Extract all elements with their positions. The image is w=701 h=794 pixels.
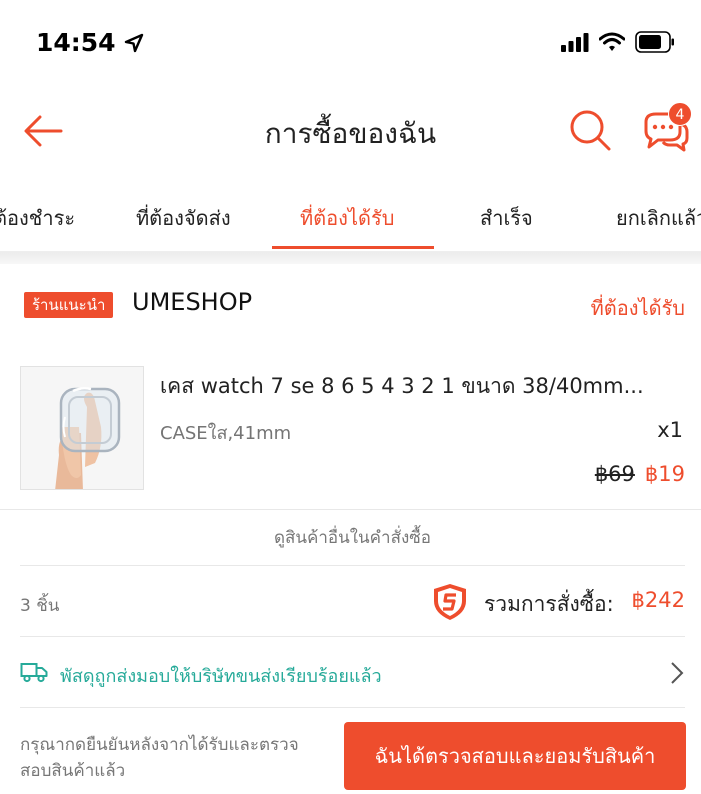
shipping-status-text: พัสดุถูกส่งมอบให้บริษัทขนส่งเรียบร้อยแล้… <box>60 666 382 687</box>
status-time: 14:54 <box>36 28 144 57</box>
product-quantity: x1 <box>657 418 683 442</box>
product-image[interactable] <box>20 366 144 490</box>
sale-price: ฿19 <box>644 462 685 486</box>
view-more-items-link[interactable]: ดูสินค้าอื่นในคำสั่งซื้อ <box>20 510 685 566</box>
tab-completed[interactable]: สำเร็จ <box>480 202 533 234</box>
order-total-row: 3 ชิ้น รวมการสั่งซื้อ: ฿242 <box>0 566 701 636</box>
search-button[interactable] <box>568 108 612 152</box>
product-item[interactable]: เคส watch 7 se 8 6 5 4 3 2 1 ขนาด 38/40m… <box>0 348 701 510</box>
wifi-icon <box>599 32 625 51</box>
location-arrow-icon <box>124 33 143 52</box>
tab-to-pay[interactable]: ต้องชำระ <box>0 202 75 234</box>
order-status-tabs: ต้องชำระ ที่ต้องจัดส่ง ที่ต้องได้รับ สำเ… <box>0 174 701 252</box>
order-status: ที่ต้องได้รับ <box>590 296 685 320</box>
signal-icon <box>561 33 589 52</box>
shop-name[interactable]: UMESHOP <box>132 288 252 316</box>
total-label: รวมการสั่งซื้อ: <box>484 592 614 616</box>
time-label: 14:54 <box>36 28 116 57</box>
total-amount: ฿242 <box>631 588 685 612</box>
confirm-row: กรุณากดยืนยันหลังจากได้รับและตรวจสอบสินค… <box>0 708 701 794</box>
status-indicators <box>561 31 675 53</box>
chat-badge: 4 <box>668 102 692 126</box>
truck-icon <box>20 663 48 683</box>
item-count: 3 ชิ้น <box>20 596 60 616</box>
preferred-shop-badge: ร้านแนะนำ <box>24 292 114 318</box>
price-row: ฿69 ฿19 <box>595 462 685 486</box>
tab-cancelled[interactable]: ยกเลิกแล้ว <box>616 202 701 234</box>
confirm-receipt-button[interactable]: ฉันได้ตรวจสอบและยอมรับสินค้า <box>344 722 686 790</box>
original-price: ฿69 <box>594 462 635 486</box>
confirm-hint: กรุณากดยืนยันหลังจากได้รับและตรวจสอบสินค… <box>20 735 299 781</box>
active-tab-indicator <box>272 246 434 249</box>
product-variant: CASEใส,41mm <box>160 423 292 444</box>
tab-to-receive[interactable]: ที่ต้องได้รับ <box>300 202 394 234</box>
battery-icon <box>635 31 674 53</box>
chevron-right-icon <box>671 662 684 684</box>
tabs-divider <box>0 252 701 264</box>
shield-icon <box>434 584 466 620</box>
product-title: เคส watch 7 se 8 6 5 4 3 2 1 ขนาด 38/40m… <box>160 374 644 398</box>
shipping-status-row[interactable]: พัสดุถูกส่งมอบให้บริษัทขนส่งเรียบร้อยแล้… <box>20 636 685 708</box>
watch-case-image <box>21 367 143 489</box>
status-bar: 14:54 <box>0 0 701 88</box>
chat-button[interactable]: 4 <box>640 102 692 156</box>
shop-row[interactable]: ร้านแนะนำ UMESHOP ที่ต้องได้รับ <box>0 264 701 348</box>
header: การซื้อของฉัน 4 <box>0 88 701 174</box>
order-card: ร้านแนะนำ UMESHOP ที่ต้องได้รับ เคส watc… <box>0 264 701 794</box>
search-icon <box>570 110 611 151</box>
tab-to-ship[interactable]: ที่ต้องจัดส่ง <box>136 202 231 234</box>
